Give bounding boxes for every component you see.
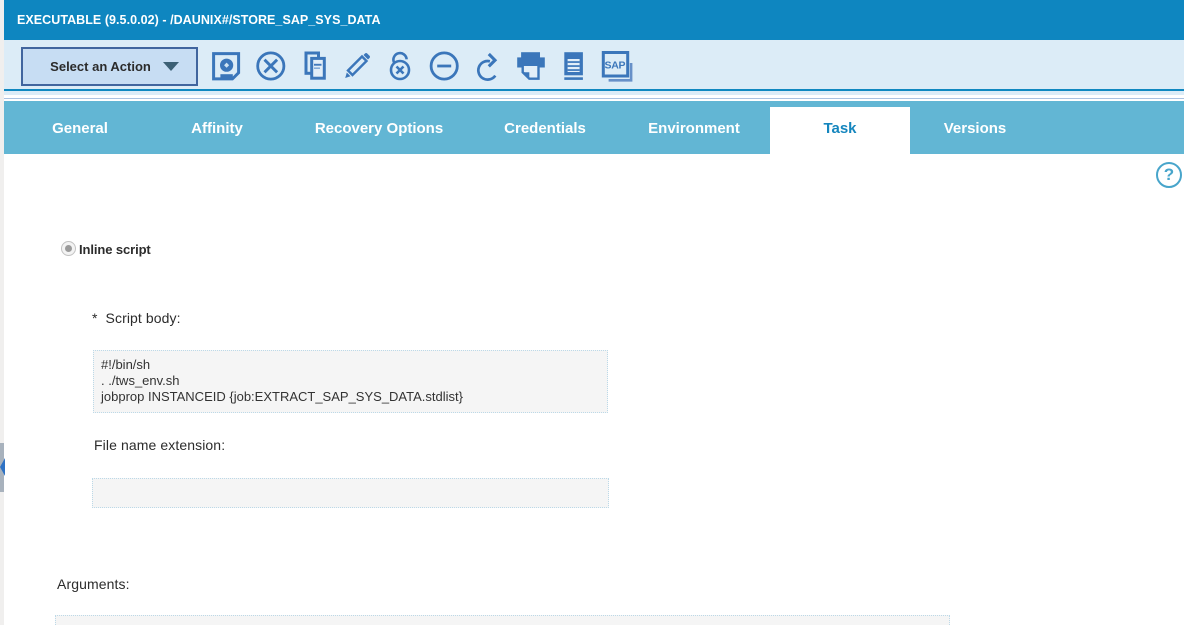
svg-text:SAP: SAP	[605, 60, 626, 72]
